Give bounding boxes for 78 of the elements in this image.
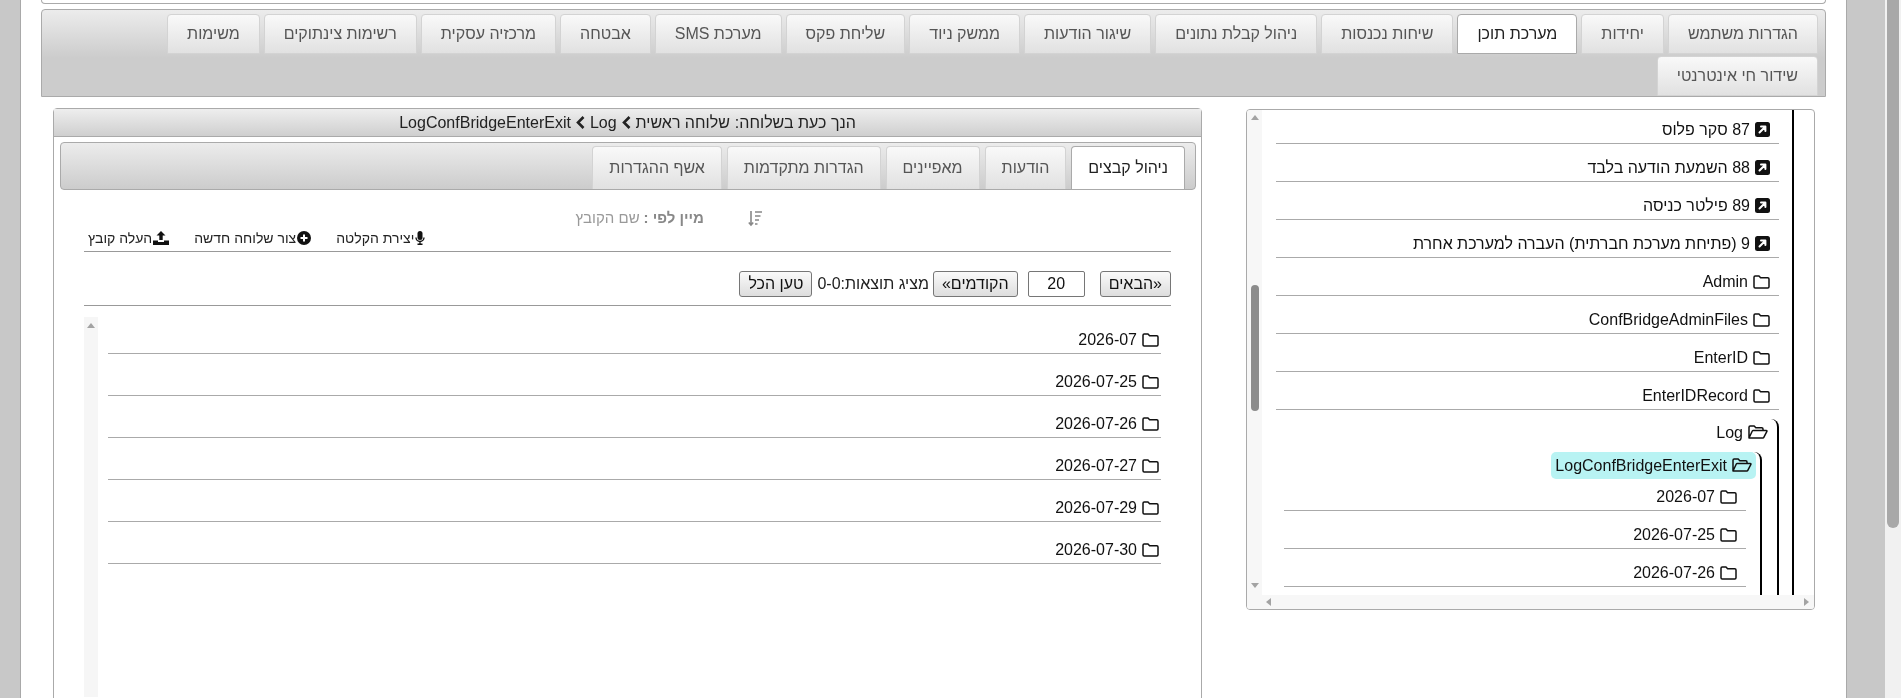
folder-item[interactable]: 2026-07-30 (1053, 536, 1161, 563)
tab[interactable]: מערכת SMS (654, 14, 782, 54)
shortcut-icon (1755, 236, 1770, 251)
tree-item[interactable]: Log (1712, 419, 1772, 446)
tree-item[interactable]: ConfBridgeAdminFiles (1584, 306, 1774, 333)
tree-item[interactable]: 2026-07-26 (1629, 559, 1741, 586)
folder-item[interactable]: 2026-07-29 (1053, 494, 1161, 521)
folder-icon (1142, 332, 1159, 347)
tab[interactable]: יחידות (1581, 14, 1664, 54)
tab[interactable]: הגדרות משתמש (1667, 14, 1818, 54)
folder-item[interactable]: 2026-07-25 (1053, 368, 1161, 395)
folder-icon (1142, 542, 1159, 557)
folder-icon (1142, 374, 1159, 389)
shortcut-icon (1755, 160, 1770, 175)
upload-icon (153, 231, 170, 245)
tab[interactable]: הגדרות מתקדמות (726, 146, 881, 189)
tree-item[interactable]: EnterID (1689, 344, 1774, 371)
chevron-left-icon (575, 116, 585, 129)
tab[interactable]: ניהול קבצים (1071, 146, 1185, 189)
tab[interactable]: שידור חי אינטרנטי (1656, 56, 1818, 96)
sort-icon[interactable] (748, 209, 762, 227)
breadcrumb-link[interactable]: Log (589, 110, 617, 135)
breadcrumb-label: הנך כעת בשלוחה: (734, 112, 856, 133)
folder-item[interactable]: 2026-07 (1076, 326, 1161, 353)
page-scrollbar[interactable] (1885, 0, 1901, 698)
tab[interactable]: הודעות (984, 146, 1067, 189)
tab[interactable]: משימות (167, 14, 260, 54)
tree-item[interactable]: Admin (1698, 268, 1774, 295)
folder-icon (1142, 500, 1159, 515)
previous-button[interactable]: הקודמים» (932, 271, 1018, 297)
folder-item[interactable]: 2026-07-27 (1053, 452, 1161, 479)
scroll-up-icon[interactable] (1250, 115, 1259, 120)
page-size-field[interactable]: 20 (1027, 271, 1085, 297)
new-extension-link[interactable]: צור שלוחה חדשה (194, 227, 312, 249)
tree-item[interactable]: 88 השמעת הודעה בלבד (1583, 154, 1774, 181)
tree-item[interactable]: 89 פילטר כניסה (1639, 192, 1774, 219)
tab[interactable]: ממשק ניוד (909, 14, 1021, 54)
chevron-left-icon (621, 116, 631, 129)
tree-item[interactable]: LogConfBridgeEnterExit (1551, 452, 1756, 479)
tab[interactable]: ניהול קבלת נתונים (1155, 14, 1318, 54)
tree-item[interactable]: 87 סקר פלוס (1657, 116, 1774, 143)
tree-item[interactable]: 2026-07 (1652, 483, 1741, 510)
next-button[interactable]: «הבאים (1099, 271, 1171, 297)
load-all-button[interactable]: טען הכל (739, 271, 813, 297)
tab[interactable]: אבטחה (560, 14, 651, 54)
scroll-up-icon[interactable] (87, 323, 95, 328)
shortcut-icon (1755, 198, 1770, 213)
tab[interactable]: שיגור הודעות (1024, 14, 1152, 54)
upload-link[interactable]: העלה קובץ (88, 227, 170, 249)
breadcrumb-link[interactable]: שלוחה ראשית (635, 110, 730, 135)
tab[interactable]: שליחת פקס (785, 14, 906, 54)
tab[interactable]: אשף ההגדרות (592, 146, 722, 189)
tree-item[interactable]: EnterIDRecord (1638, 382, 1774, 409)
results-count: מציג תוצאות:0-0 (817, 274, 929, 294)
tab[interactable]: שיחות נכנסות (1321, 14, 1454, 54)
plus-circle-icon (297, 231, 312, 245)
folder-item[interactable]: 2026-07-26 (1053, 410, 1161, 437)
breadcrumb-link[interactable]: LogConfBridgeEnterExit (399, 110, 571, 135)
folder-icon (1142, 416, 1159, 431)
scroll-left-icon[interactable] (1266, 598, 1271, 606)
tree-item[interactable]: 2026-07-25 (1629, 521, 1741, 548)
sort-label: מיין לפי : (643, 207, 704, 228)
scroll-down-icon[interactable] (1250, 583, 1259, 588)
scroll-right-icon[interactable] (1804, 598, 1809, 606)
microphone-icon (415, 231, 426, 245)
scrollbar-thumb[interactable] (1250, 285, 1259, 411)
vertical-scrollbar[interactable] (84, 317, 98, 697)
tab[interactable]: מערכת תוכן (1457, 14, 1578, 54)
shortcut-icon (1755, 122, 1770, 137)
tree-item[interactable]: 9 (פתיחת מערכת חברתית) העברה למערכת אחרת (1408, 230, 1774, 257)
vertical-scrollbar[interactable] (1247, 110, 1262, 595)
tab[interactable]: מאפיינים (885, 146, 980, 189)
record-link[interactable]: יצירת הקלטה (336, 227, 426, 249)
tab[interactable]: מרכזיה עסקית (420, 14, 556, 54)
folder-icon (1142, 458, 1159, 473)
tab[interactable]: רשימות צינתוקים (263, 14, 417, 54)
horizontal-scrollbar[interactable] (1247, 595, 1814, 609)
scrollbar-thumb[interactable] (1887, 0, 1899, 528)
